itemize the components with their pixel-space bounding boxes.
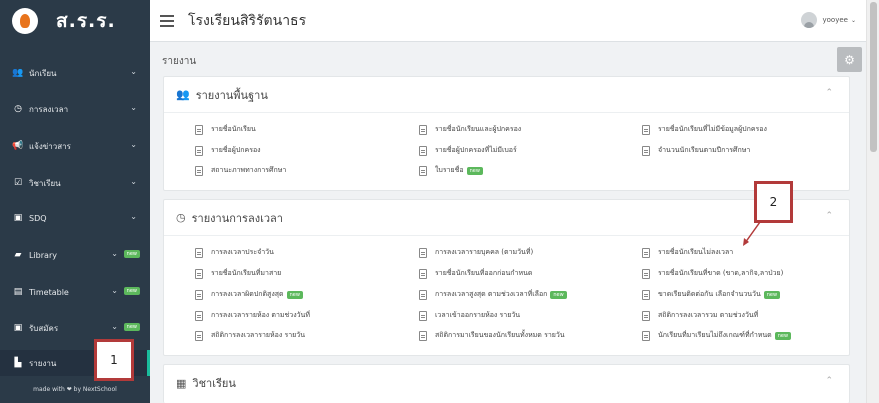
annotation-arrow [743,221,761,246]
